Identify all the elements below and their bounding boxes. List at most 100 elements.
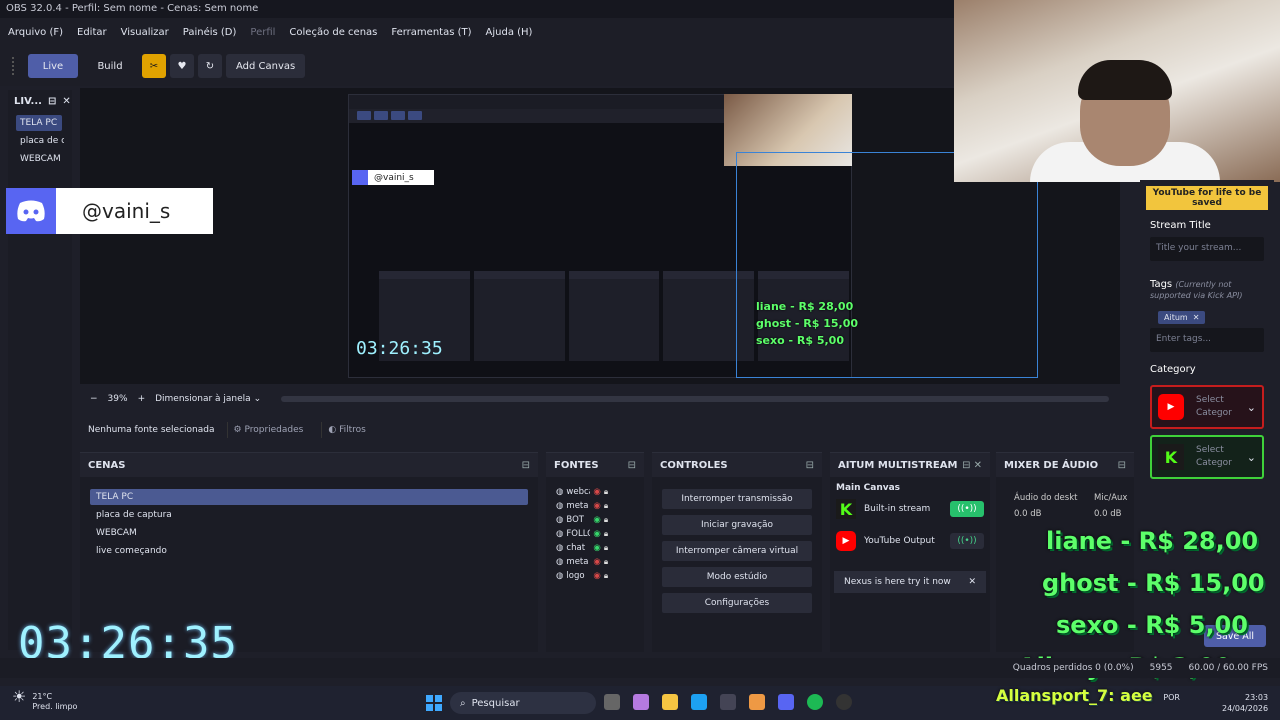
add-canvas-button[interactable]: Add Canvas xyxy=(226,54,306,78)
visibility-icon[interactable]: ◉ xyxy=(593,515,600,525)
close-icon[interactable]: ⊟ ✕ xyxy=(962,460,982,471)
lock-icon[interactable]: 🔒︎ xyxy=(604,543,608,553)
menu-perfil[interactable]: Perfil xyxy=(250,27,275,38)
lock-icon[interactable]: 🔒︎ xyxy=(604,529,608,539)
live-scene-item[interactable]: placa de ca xyxy=(16,133,64,149)
spotify-icon[interactable] xyxy=(807,694,823,710)
stop-virtual-camera-button[interactable]: Interromper câmera virtual xyxy=(662,541,812,561)
start-recording-button[interactable]: Iniciar gravação xyxy=(662,515,812,535)
selection-rect[interactable] xyxy=(736,152,1038,378)
scenes-title: CENAS xyxy=(88,459,126,471)
scale-mode-select[interactable]: Dimensionar à janela ⌄ xyxy=(155,394,261,404)
undock-icon[interactable]: ⊟ xyxy=(628,460,636,471)
language-indicator[interactable]: POR xyxy=(1160,692,1180,703)
lock-icon[interactable]: 🔒︎ xyxy=(604,501,608,511)
stop-stream-button[interactable]: Interromper transmissão xyxy=(662,489,812,509)
obs-icon[interactable] xyxy=(836,694,852,710)
scene-item[interactable]: placa de captura xyxy=(90,507,528,523)
scene-item[interactable]: TELA PC xyxy=(90,489,528,505)
chevron-down-icon: ⌄ xyxy=(1246,450,1256,464)
zoom-in-button[interactable]: + xyxy=(138,394,146,404)
visibility-icon[interactable]: ◉ xyxy=(593,529,600,539)
close-icon[interactable]: ✕ xyxy=(968,577,976,587)
live-scene-item[interactable]: TELA PC xyxy=(16,115,62,131)
weather-widget[interactable]: ☀ 21°C Pred. limpo xyxy=(12,687,77,712)
close-icon[interactable]: ✕ xyxy=(1193,313,1200,322)
visibility-icon[interactable]: ◉ xyxy=(593,501,600,511)
menu-colecao-cenas[interactable]: Coleção de cenas xyxy=(289,27,377,38)
visibility-icon[interactable]: ◉ xyxy=(593,487,600,497)
menu-visualizar[interactable]: Visualizar xyxy=(121,27,169,38)
edge-icon[interactable] xyxy=(691,694,707,710)
source-item[interactable]: ◍webca◉ 🔒︎ xyxy=(546,485,644,499)
undock-icon[interactable]: ⊟ xyxy=(806,460,814,471)
close-icon[interactable]: ✕ xyxy=(62,96,70,107)
heart-icon[interactable]: ♥ xyxy=(170,54,194,78)
build-tab[interactable]: Build xyxy=(82,54,138,78)
zoom-out-button[interactable]: − xyxy=(90,394,98,404)
undock-icon[interactable]: ⊟ xyxy=(48,96,56,107)
menu-ferramentas[interactable]: Ferramentas (T) xyxy=(391,27,471,38)
source-item[interactable]: ◍ meta ◉ 🔒︎ xyxy=(546,499,644,513)
properties-button[interactable]: ⚙ Propriedades xyxy=(226,422,310,438)
source-item[interactable]: ◍ logo ◉ 🔒︎ xyxy=(546,569,644,583)
donation-entry: liane - R$ 28,00 xyxy=(1046,527,1259,555)
drag-handle-icon[interactable] xyxy=(12,57,18,75)
lock-icon[interactable]: 🔒︎ xyxy=(604,557,608,567)
live-scene-item[interactable]: WEBCAM xyxy=(16,151,64,167)
source-item[interactable]: ◍ BOT ◉ 🔒︎ xyxy=(546,513,644,527)
chat-overlay-message: Allansport_7: aee xyxy=(996,686,1153,705)
kick-category[interactable]: K Select Categor ⌄ xyxy=(1150,435,1264,479)
gear-icon: ⚙ xyxy=(233,425,242,435)
tags-input[interactable]: Enter tags... xyxy=(1150,328,1264,352)
live-tab[interactable]: Live xyxy=(28,54,78,78)
lock-icon[interactable]: 🔒︎ xyxy=(604,515,608,525)
source-item[interactable]: ◍FOLLO◉ 🔒︎ xyxy=(546,527,644,541)
horizontal-scrollbar[interactable] xyxy=(281,396,1110,402)
stream-toggle[interactable]: ((•)) xyxy=(950,533,984,549)
share-icon[interactable]: ↻ xyxy=(198,54,222,78)
file-explorer-icon[interactable] xyxy=(662,694,678,710)
menu-paineis[interactable]: Painéis (D) xyxy=(183,27,237,38)
filters-button[interactable]: ◐ Filtros xyxy=(321,422,371,438)
task-view-icon[interactable] xyxy=(604,694,620,710)
tools-icon[interactable]: ✂ xyxy=(142,54,166,78)
taskbar-search[interactable]: ⌕ Pesquisar xyxy=(450,692,596,714)
chevron-down-icon: ⌄ xyxy=(253,394,262,404)
undock-icon[interactable]: ⊟ xyxy=(1118,460,1126,471)
source-item[interactable]: ◍ chat ◉ 🔒︎ xyxy=(546,541,644,555)
filter-icon: ◐ xyxy=(328,425,337,435)
dropped-frames: Quadros perdidos 0 (0.0%) xyxy=(1012,663,1134,673)
globe-icon: ◍ xyxy=(556,515,564,525)
tags-label: Tags (Currently not supported via Kick A… xyxy=(1150,279,1243,300)
stream-title-input[interactable]: Title your stream... xyxy=(1150,237,1264,261)
menu-editar[interactable]: Editar xyxy=(77,27,107,38)
photos-icon[interactable] xyxy=(749,694,765,710)
source-name: FOLLO xyxy=(566,529,590,539)
menu-arquivo[interactable]: Arquivo (F) xyxy=(8,27,63,38)
visibility-icon[interactable]: ◉ xyxy=(593,571,600,581)
copilot-icon[interactable] xyxy=(633,694,649,710)
clock[interactable]: 23:03 24/04/2026 xyxy=(1222,692,1268,714)
source-toolbar: Nenhuma fonte selecionada ⚙ Propriedades… xyxy=(80,418,1120,442)
discord-app-icon[interactable] xyxy=(778,694,794,710)
studio-mode-button[interactable]: Modo estúdio xyxy=(662,567,812,587)
visibility-icon[interactable]: ◉ xyxy=(593,543,600,553)
lock-icon[interactable]: 🔒︎ xyxy=(604,487,608,497)
settings-button[interactable]: Configurações xyxy=(662,593,812,613)
weather-icon: ☀ xyxy=(12,687,27,706)
youtube-category[interactable]: ▶ Select Categor ⌄ xyxy=(1150,385,1264,429)
undock-icon[interactable]: ⊟ xyxy=(522,460,530,471)
scene-item[interactable]: live começando xyxy=(90,543,528,559)
menu-ajuda[interactable]: Ajuda (H) xyxy=(486,27,533,38)
scene-item[interactable]: WEBCAM xyxy=(90,525,528,541)
stream-toggle[interactable]: ((•)) xyxy=(950,501,984,517)
youtube-warning: YouTube for life to be saved xyxy=(1146,186,1268,210)
store-icon[interactable] xyxy=(720,694,736,710)
windows-start-icon[interactable] xyxy=(426,695,442,711)
lock-icon[interactable]: 🔒︎ xyxy=(604,571,608,581)
visibility-icon[interactable]: ◉ xyxy=(593,557,600,567)
source-item[interactable]: ◍ meta ◉ 🔒︎ xyxy=(546,555,644,569)
source-name: logo xyxy=(566,571,585,581)
source-name: meta xyxy=(566,557,589,567)
